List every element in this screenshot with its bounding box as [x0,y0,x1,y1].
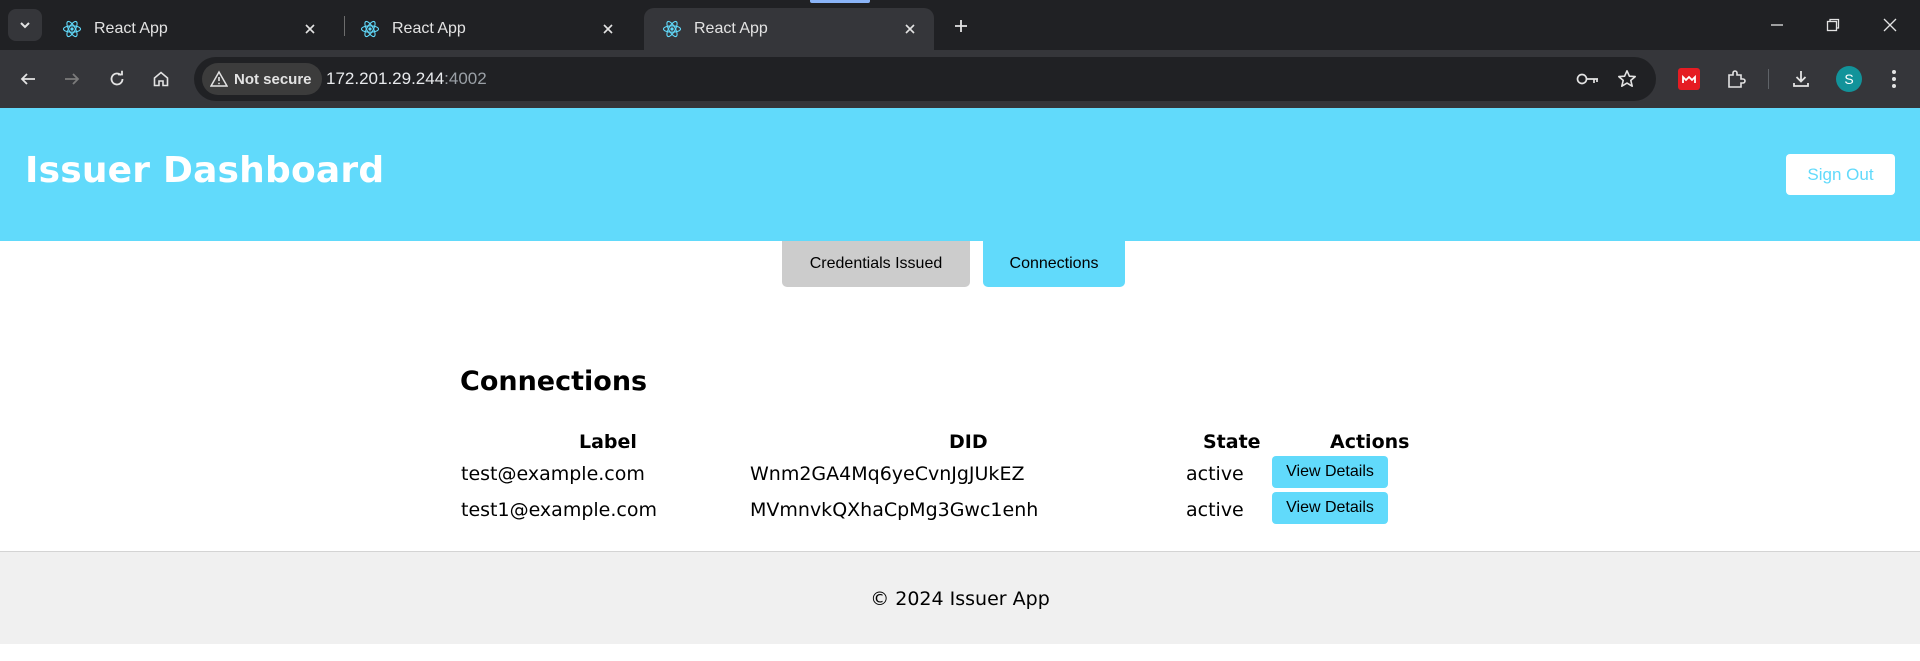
star-icon [1618,70,1636,87]
browser-tab-strip: React App React App React App [0,0,1920,50]
connection-label: test1@example.com [461,499,657,521]
address-bar[interactable]: Not secure 172.201.29.244:4002 [194,57,1656,101]
bookmark-star-button[interactable] [1613,65,1641,93]
view-details-button[interactable]: View Details [1272,492,1388,524]
more-vertical-icon [1892,70,1896,88]
minimize-icon [1771,24,1783,26]
app-footer: © 2024 Issuer App [0,551,1920,644]
close-tab-icon[interactable] [900,19,920,39]
connection-did: Wnm2GA4Mq6yeCvnJgJUkEZ [750,463,1025,485]
connection-did: MVmnvkQXhaCpMg3Gwc1enh [750,499,1039,521]
arrow-left-icon [20,73,35,85]
app-header: Issuer Dashboard Sign Out [0,108,1920,241]
extension-icon[interactable] [1678,68,1700,90]
new-tab-button[interactable] [948,13,974,39]
close-tab-icon[interactable] [598,19,618,39]
page-content: Issuer Dashboard Sign Out Credentials Is… [0,108,1920,661]
toolbar-divider [1768,69,1769,89]
close-tab-icon[interactable] [300,19,320,39]
profile-avatar[interactable]: S [1836,66,1862,92]
puzzle-icon [1728,70,1746,88]
react-logo-icon [662,20,682,38]
home-icon [153,71,169,87]
password-key-button[interactable] [1574,65,1602,93]
mendeley-icon [1682,74,1696,83]
restore-window-button[interactable] [1820,12,1846,38]
warning-icon [210,70,228,87]
browser-tab-title: React App [94,20,168,37]
browser-tab-active[interactable]: React App [644,8,934,50]
page-title: Issuer Dashboard [25,150,385,191]
active-tab-indicator [810,0,870,3]
copyright-text: © 2024 Issuer App [870,588,1050,610]
browser-tab-title: React App [694,20,768,37]
close-window-button[interactable] [1877,12,1903,38]
connection-label: test@example.com [461,463,645,485]
arrow-right-icon [65,73,80,85]
back-button[interactable] [12,63,44,95]
site-info-chip[interactable]: Not secure [202,63,322,95]
connection-state: active [1186,499,1244,521]
sign-out-button[interactable]: Sign Out [1786,154,1895,195]
plus-icon [955,20,967,32]
key-icon [1576,73,1598,85]
url-port: :4002 [444,69,487,88]
not-secure-label: Not secure [234,70,312,88]
browser-menu-button[interactable] [1878,63,1910,95]
extensions-button[interactable] [1720,63,1752,95]
column-header-actions: Actions [1330,431,1410,453]
minimize-window-button[interactable] [1764,12,1790,38]
url-host: 172.201.29.244 [326,69,445,88]
browser-tab-title: React App [392,20,466,37]
url-text[interactable]: 172.201.29.244:4002 [326,69,487,89]
restore-icon [1826,18,1840,32]
close-icon [1883,18,1897,32]
browser-tab[interactable]: React App [44,8,334,50]
column-header-label: Label [579,431,637,453]
browser-toolbar: Not secure 172.201.29.244:4002 S [0,50,1920,108]
downloads-button[interactable] [1785,63,1817,95]
view-details-button[interactable]: View Details [1272,456,1388,488]
column-header-did: DID [949,431,988,453]
download-icon [1793,71,1809,87]
tab-credentials-issued[interactable]: Credentials Issued [782,241,970,287]
reload-icon [110,70,124,86]
react-logo-icon [360,20,380,38]
connection-state: active [1186,463,1244,485]
chevron-down-icon [20,22,30,29]
react-logo-icon [62,20,82,38]
column-header-state: State [1203,431,1261,453]
browser-tab[interactable]: React App [342,8,632,50]
forward-button[interactable] [56,63,88,95]
connections-heading: Connections [460,366,648,397]
reload-button[interactable] [101,63,133,95]
home-button[interactable] [145,63,177,95]
tab-search-button[interactable] [8,9,42,41]
dashboard-tabs: Credentials Issued Connections [0,241,1920,289]
tab-connections[interactable]: Connections [983,241,1125,287]
